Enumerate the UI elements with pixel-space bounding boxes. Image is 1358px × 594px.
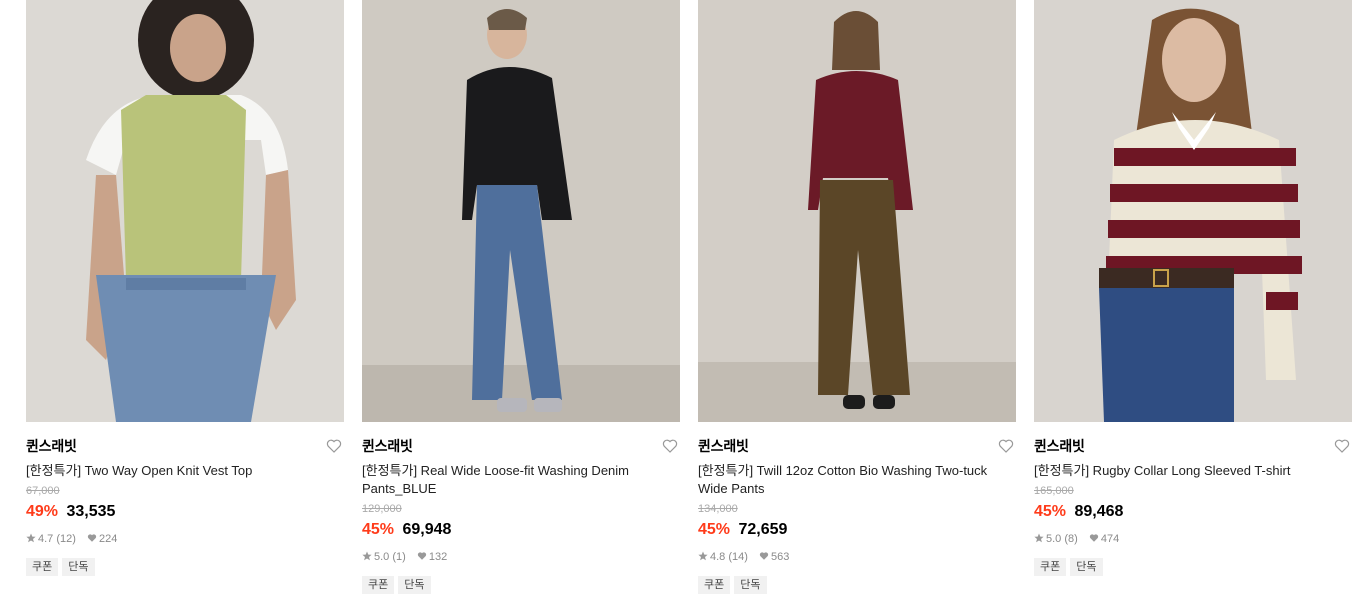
original-price: 129,000 xyxy=(362,503,402,515)
product-image[interactable] xyxy=(362,0,680,422)
product-title[interactable]: [한정특가] Rugby Collar Long Sleeved T-shirt xyxy=(1034,462,1352,480)
star-icon xyxy=(26,533,36,543)
sale-price: 72,659 xyxy=(738,521,788,538)
product-grid: 퀸스래빗 [한정특가] Two Way Open Knit Vest Top 6… xyxy=(0,0,1358,594)
product-image[interactable] xyxy=(698,0,1016,422)
star-icon xyxy=(1034,533,1044,543)
brand-row: 퀸스래빗 xyxy=(26,436,344,460)
tag-list: 쿠폰 단독 xyxy=(26,557,344,576)
star-icon xyxy=(362,551,372,561)
brand-name[interactable]: 퀸스래빗 xyxy=(26,438,77,454)
product-title[interactable]: [한정특가] Real Wide Loose-fit Washing Denim… xyxy=(362,462,680,498)
like-count: 132 xyxy=(428,551,448,563)
brand-row: 퀸스래빗 xyxy=(362,436,680,460)
discount-rate: 45% xyxy=(698,521,731,538)
rating-value: 5.0 xyxy=(1046,533,1062,545)
tag-exclusive: 단독 xyxy=(398,576,431,594)
product-card[interactable]: 퀸스래빗 [한정특가] Real Wide Loose-fit Washing … xyxy=(362,0,680,594)
product-card[interactable]: 퀸스래빗 [한정특가] Two Way Open Knit Vest Top 6… xyxy=(26,0,344,576)
heart-filled-icon xyxy=(1089,534,1099,542)
tag-list: 쿠폰 단독 xyxy=(362,575,680,594)
product-meta: 4.8 (14) 563 xyxy=(698,550,1016,564)
tag-exclusive: 단독 xyxy=(62,558,95,576)
tag-coupon: 쿠폰 xyxy=(362,576,395,594)
heart-filled-icon xyxy=(417,552,427,560)
heart-filled-icon xyxy=(87,534,97,542)
rating-value: 4.8 xyxy=(710,551,726,563)
rating-value: 4.7 xyxy=(38,533,54,545)
review-count: (8) xyxy=(1064,533,1078,545)
product-image[interactable] xyxy=(1034,0,1352,422)
review-count: (14) xyxy=(728,551,748,563)
tag-coupon: 쿠폰 xyxy=(26,558,59,576)
original-price: 165,000 xyxy=(1034,485,1074,497)
brand-name[interactable]: 퀸스래빗 xyxy=(698,438,749,454)
brand-row: 퀸스래빗 xyxy=(698,436,1016,460)
product-title[interactable]: [한정특가] Twill 12oz Cotton Bio Washing Two… xyxy=(698,462,1016,498)
sale-price: 89,468 xyxy=(1074,503,1124,520)
tag-exclusive: 단독 xyxy=(734,576,767,594)
product-meta: 4.7 (12) 224 xyxy=(26,532,344,546)
heart-outline-icon[interactable] xyxy=(998,438,1014,454)
product-card[interactable]: 퀸스래빗 [한정특가] Rugby Collar Long Sleeved T-… xyxy=(1034,0,1352,576)
discount-rate: 49% xyxy=(26,503,59,520)
review-count: (1) xyxy=(392,551,406,563)
brand-name[interactable]: 퀸스래빗 xyxy=(362,438,413,454)
product-title[interactable]: [한정특가] Two Way Open Knit Vest Top xyxy=(26,462,344,480)
price-row: 45% 69,948 xyxy=(362,519,680,541)
like-count: 224 xyxy=(98,533,118,545)
tag-coupon: 쿠폰 xyxy=(1034,558,1067,576)
product-meta: 5.0 (8) 474 xyxy=(1034,532,1352,546)
discount-rate: 45% xyxy=(362,521,395,538)
discount-rate: 45% xyxy=(1034,503,1067,520)
review-count: (12) xyxy=(56,533,76,545)
tag-list: 쿠폰 단독 xyxy=(698,575,1016,594)
original-price: 134,000 xyxy=(698,503,738,515)
product-image[interactable] xyxy=(26,0,344,422)
original-price: 67,000 xyxy=(26,485,60,497)
brand-row: 퀸스래빗 xyxy=(1034,436,1352,460)
product-card[interactable]: 퀸스래빗 [한정특가] Twill 12oz Cotton Bio Washin… xyxy=(698,0,1016,594)
like-count: 563 xyxy=(770,551,790,563)
star-icon xyxy=(698,551,708,561)
heart-outline-icon[interactable] xyxy=(1334,438,1350,454)
price-row: 49% 33,535 xyxy=(26,501,344,523)
heart-outline-icon[interactable] xyxy=(326,438,342,454)
sale-price: 33,535 xyxy=(66,503,116,520)
heart-outline-icon[interactable] xyxy=(662,438,678,454)
product-meta: 5.0 (1) 132 xyxy=(362,550,680,564)
brand-name[interactable]: 퀸스래빗 xyxy=(1034,438,1085,454)
tag-exclusive: 단독 xyxy=(1070,558,1103,576)
sale-price: 69,948 xyxy=(402,521,452,538)
heart-filled-icon xyxy=(759,552,769,560)
tag-list: 쿠폰 단독 xyxy=(1034,557,1352,576)
like-count: 474 xyxy=(1100,533,1120,545)
price-row: 45% 89,468 xyxy=(1034,501,1352,523)
price-row: 45% 72,659 xyxy=(698,519,1016,541)
tag-coupon: 쿠폰 xyxy=(698,576,731,594)
rating-value: 5.0 xyxy=(374,551,390,563)
